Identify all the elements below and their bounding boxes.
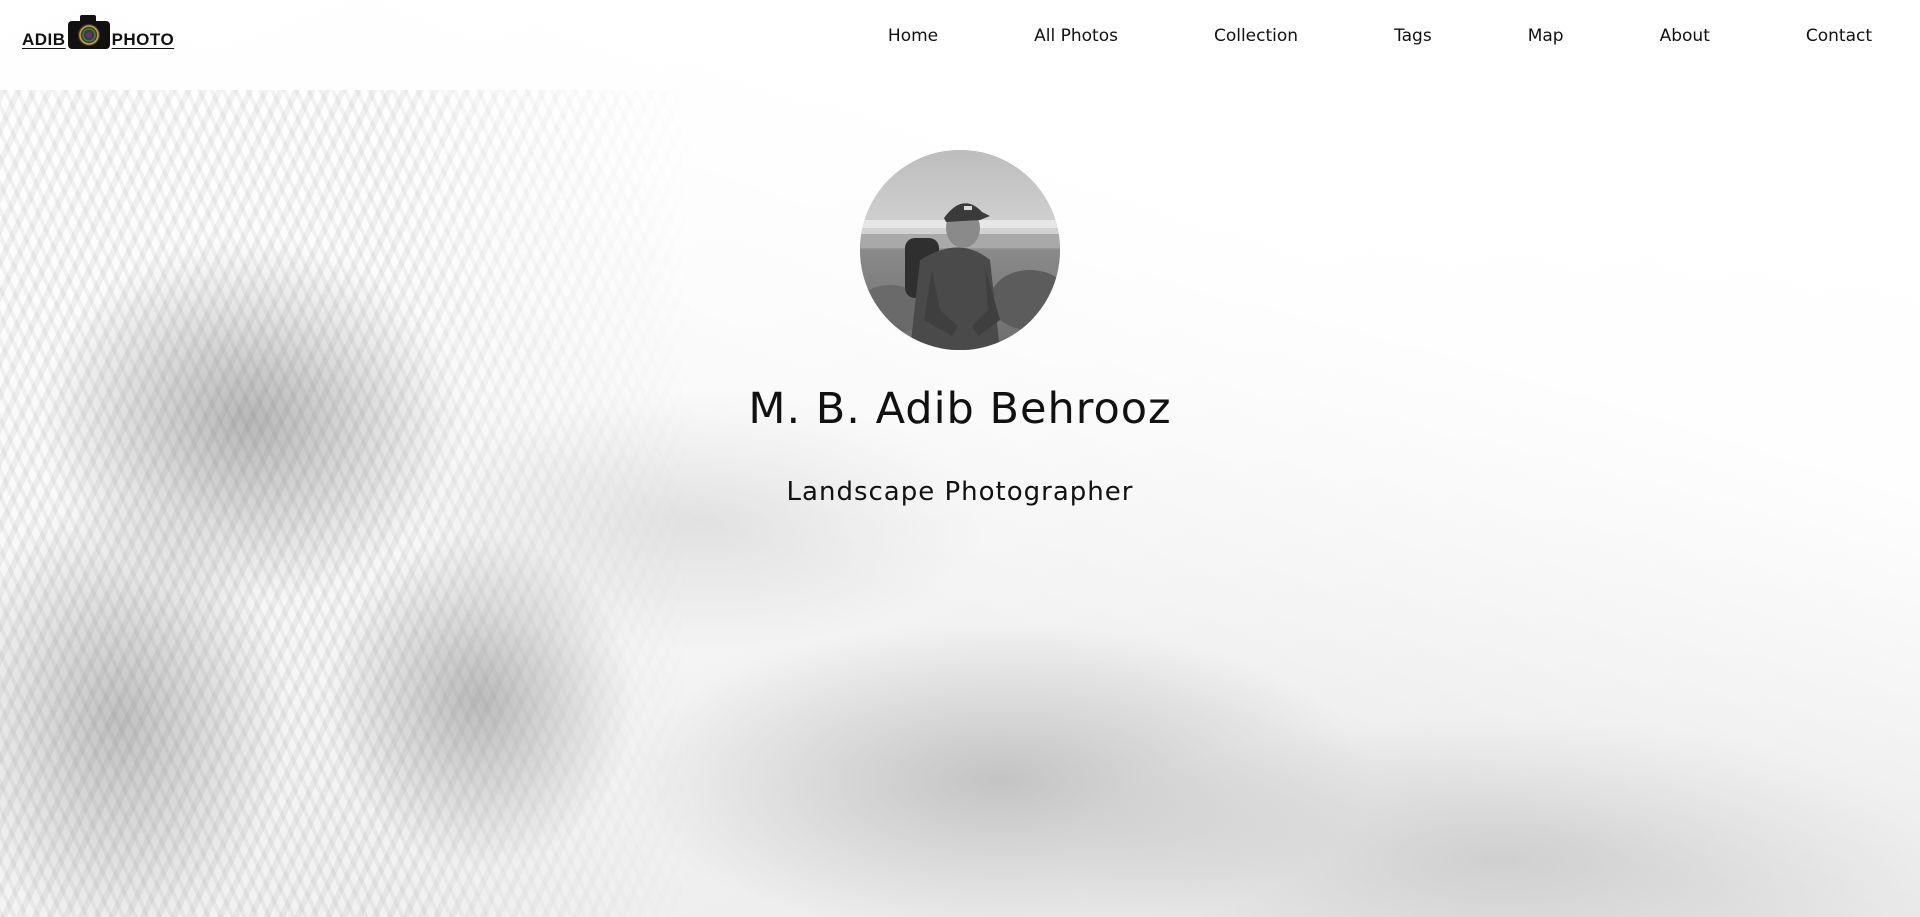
nav-contact[interactable]: Contact: [1806, 26, 1872, 46]
site-logo[interactable]: ADIB PHOTO: [22, 15, 175, 51]
nav-tags[interactable]: Tags: [1394, 26, 1432, 46]
photographer-title: Landscape Photographer: [786, 476, 1134, 507]
site-header: ADIB PHOTO Home All Photos Collection Ta…: [0, 0, 1920, 72]
photographer-name: M. B. Adib Behrooz: [748, 384, 1172, 434]
nav-about[interactable]: About: [1660, 26, 1710, 46]
avatar-photo: [860, 150, 1060, 350]
logo-text-right: PHOTO: [111, 29, 175, 49]
main-nav: Home All Photos Collection Tags Map Abou…: [888, 26, 1872, 46]
nav-all-photos[interactable]: All Photos: [1034, 26, 1118, 46]
nav-map[interactable]: Map: [1528, 26, 1564, 46]
nav-collection[interactable]: Collection: [1214, 26, 1298, 46]
page: ADIB PHOTO Home All Photos Collection Ta…: [0, 0, 1920, 917]
camera-icon: [67, 15, 110, 49]
profile-section: M. B. Adib Behrooz Landscape Photographe…: [0, 150, 1920, 507]
avatar: [860, 150, 1060, 350]
logo-text-left: ADIB: [22, 29, 66, 49]
nav-home[interactable]: Home: [888, 26, 938, 46]
